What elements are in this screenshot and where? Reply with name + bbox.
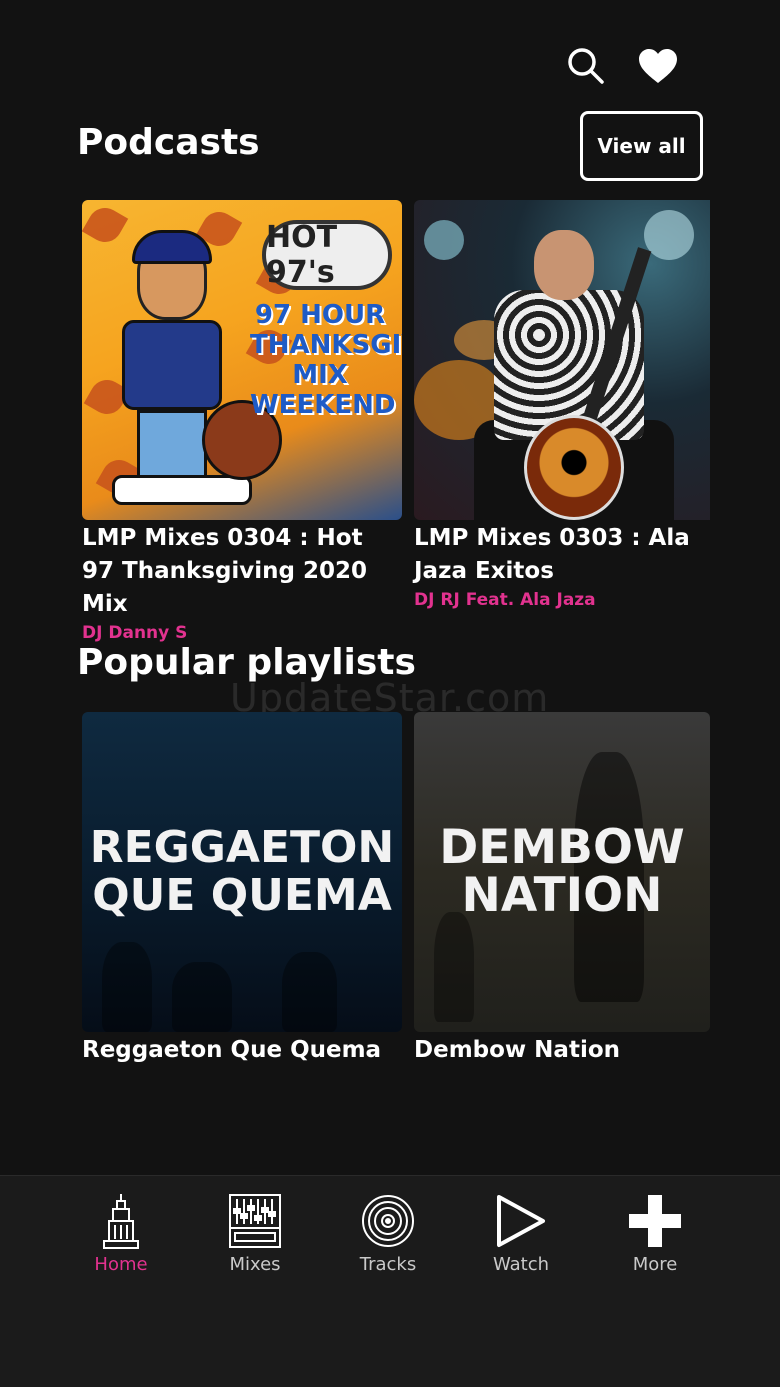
- bottom-nav: Home Mixes Tracks Watch More: [0, 1175, 780, 1387]
- nav-mixes-label: Mixes: [229, 1254, 281, 1275]
- heart-icon[interactable]: [636, 44, 680, 88]
- podcast-artwork: [414, 200, 710, 520]
- podcast-artwork: HOT 97's 97 HOUR THANKSGIVING MIX WEEKEN…: [82, 200, 402, 520]
- playlist-artwork: DEMBOW NATION: [414, 712, 710, 1032]
- plus-icon: [625, 1192, 685, 1250]
- poster-text: 97 HOUR THANKSGIVING MIX WEEKEND: [250, 300, 402, 420]
- playlist-title: Dembow Nation: [414, 1037, 621, 1063]
- play-icon: [491, 1192, 551, 1250]
- nav-watch-label: Watch: [492, 1254, 550, 1275]
- view-all-button[interactable]: View all: [580, 111, 703, 181]
- record-icon: [358, 1192, 418, 1250]
- nav-home-label: Home: [94, 1254, 148, 1275]
- artwork-text-line2: NATION: [461, 868, 663, 923]
- hot97-logo: HOT 97's: [262, 220, 392, 290]
- podcast-card[interactable]: HOT 97's 97 HOUR THANKSGIVING MIX WEEKEN…: [82, 200, 402, 645]
- playlist-title: Reggaeton Que Quema: [82, 1037, 382, 1063]
- podcast-artist: DJ RJ Feat. Ala Jaza: [414, 590, 596, 610]
- top-actions: [564, 44, 680, 88]
- artwork-text-line2: QUE QUEMA: [92, 870, 392, 921]
- nav-home[interactable]: Home: [66, 1192, 176, 1275]
- playlist-card[interactable]: REGGAETON QUE QUEMA Reggaeton Que Quema: [82, 712, 402, 1067]
- nav-more-label: More: [632, 1254, 678, 1275]
- nav-watch[interactable]: Watch: [466, 1192, 576, 1275]
- nav-mixes[interactable]: Mixes: [200, 1192, 310, 1275]
- nav-more[interactable]: More: [600, 1192, 710, 1275]
- playlist-artwork: REGGAETON QUE QUEMA: [82, 712, 402, 1032]
- podcast-title: LMP Mixes 0303 : Ala Jaza Exitos: [414, 525, 690, 584]
- search-icon[interactable]: [564, 44, 608, 88]
- nav-tracks[interactable]: Tracks: [333, 1192, 443, 1275]
- building-icon: [91, 1192, 151, 1250]
- podcasts-heading: Podcasts: [77, 122, 260, 163]
- mixer-icon: [225, 1192, 285, 1250]
- nav-tracks-label: Tracks: [359, 1254, 417, 1275]
- podcast-title: LMP Mixes 0304 : Hot 97 Thanksgiving 202…: [82, 525, 368, 617]
- playlist-card[interactable]: DEMBOW NATION Dembow Nation: [414, 712, 710, 1067]
- podcast-card[interactable]: LMP Mixes 0303 : Ala Jaza Exitos DJ RJ F…: [414, 200, 710, 612]
- artwork-text-line1: DEMBOW: [439, 820, 685, 875]
- artwork-text-line1: REGGAETON: [89, 822, 395, 873]
